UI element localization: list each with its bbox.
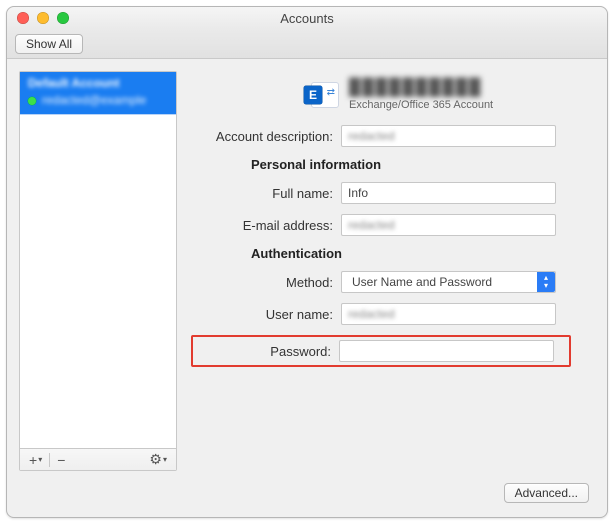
detail-footer: Advanced... — [7, 483, 607, 517]
remove-account-button[interactable]: − — [52, 452, 70, 468]
show-all-button[interactable]: Show All — [15, 34, 83, 54]
chevron-down-icon: ▾ — [38, 455, 42, 464]
status-dot-icon — [28, 97, 36, 105]
accounts-window: Accounts Show All Default Account redact… — [6, 6, 608, 518]
chevron-down-icon: ▾ — [163, 455, 167, 464]
account-item-title: Default Account — [28, 76, 168, 91]
row-full-name: Full name: — [191, 182, 585, 204]
advanced-button[interactable]: Advanced... — [504, 483, 589, 503]
zoom-icon[interactable] — [57, 12, 69, 24]
select-caret-icon: ▴▾ — [537, 272, 555, 292]
password-input[interactable] — [339, 340, 554, 362]
add-account-button[interactable]: +▾ — [24, 452, 47, 468]
section-personal-info: Personal information — [191, 157, 585, 172]
detail-header: ⇄ ██████████ Exchange/Office 365 Account — [191, 79, 585, 111]
label-password: Password: — [196, 344, 339, 359]
label-username: User name: — [191, 307, 341, 322]
separator — [49, 453, 50, 467]
minimize-icon[interactable] — [37, 12, 49, 24]
username-input[interactable]: redacted — [341, 303, 556, 325]
account-detail-pane: ⇄ ██████████ Exchange/Office 365 Account… — [191, 71, 595, 471]
toolbar: Show All — [7, 29, 607, 59]
plus-icon: + — [29, 452, 37, 468]
accounts-list-empty — [20, 115, 176, 448]
row-email: E-mail address: redacted — [191, 214, 585, 236]
exchange-icon: ⇄ — [311, 82, 339, 108]
account-item-sub: redacted@example — [28, 93, 168, 108]
titlebar: Accounts — [7, 7, 607, 29]
account-actions-button[interactable]: ⚙▾ — [144, 451, 172, 468]
section-authentication: Authentication — [191, 246, 585, 261]
label-email: E-mail address: — [191, 218, 341, 233]
account-list-item[interactable]: Default Account redacted@example — [20, 72, 176, 115]
gear-icon: ⚙ — [149, 451, 162, 468]
account-type-label: Exchange/Office 365 Account — [349, 99, 493, 111]
method-select[interactable]: User Name and Password ▴▾ — [341, 271, 556, 293]
accounts-list: Default Account redacted@example +▾ − ⚙▾ — [19, 71, 177, 471]
method-select-value: User Name and Password — [348, 275, 492, 289]
account-description-input[interactable]: redacted — [341, 125, 556, 147]
account-name-heading: ██████████ — [349, 79, 493, 97]
account-item-subtitle: redacted@example — [42, 93, 146, 108]
row-password-highlight: Password: — [191, 335, 571, 367]
label-full-name: Full name: — [191, 186, 341, 201]
sidebar-footer: +▾ − ⚙▾ — [20, 448, 176, 470]
content-area: Default Account redacted@example +▾ − ⚙▾ — [7, 59, 607, 483]
row-username: User name: redacted — [191, 303, 585, 325]
window-title: Accounts — [280, 11, 333, 26]
close-icon[interactable] — [17, 12, 29, 24]
row-method: Method: User Name and Password ▴▾ — [191, 271, 585, 293]
email-input[interactable]: redacted — [341, 214, 556, 236]
row-account-description: Account description: redacted — [191, 125, 585, 147]
full-name-input[interactable] — [341, 182, 556, 204]
minus-icon: − — [57, 452, 65, 468]
label-account-description: Account description: — [191, 129, 341, 144]
label-method: Method: — [191, 275, 341, 290]
window-controls — [17, 12, 69, 24]
